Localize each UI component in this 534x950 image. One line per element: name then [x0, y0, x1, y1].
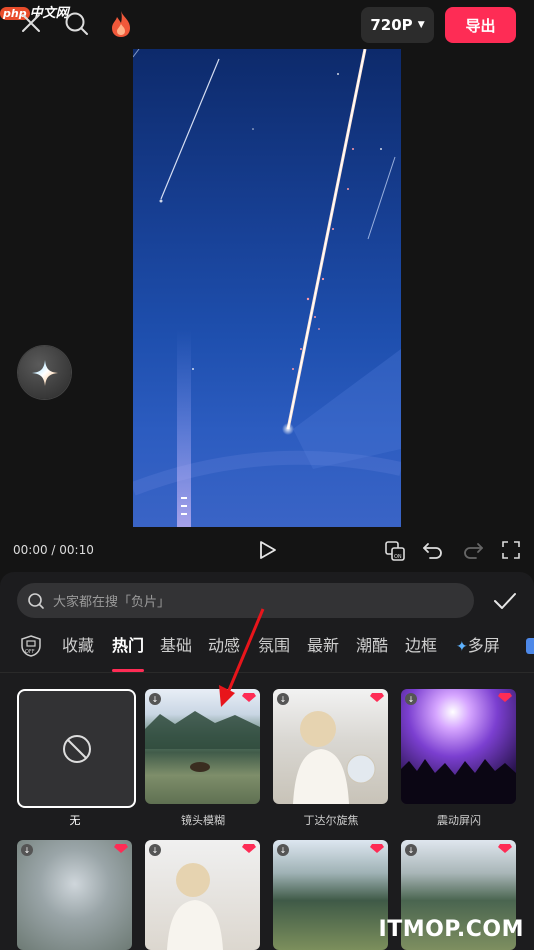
- download-icon: ↓: [277, 844, 289, 856]
- fullscreen-icon[interactable]: [502, 541, 520, 563]
- close-icon[interactable]: [20, 12, 42, 38]
- download-icon: ↓: [149, 693, 161, 705]
- export-button[interactable]: 导出: [445, 7, 516, 43]
- download-icon: ↓: [21, 844, 33, 856]
- svg-text:ON: ON: [394, 554, 402, 560]
- download-icon: ↓: [277, 693, 289, 705]
- annotation-arrow: [219, 608, 265, 707]
- playback-time: 00:00 / 00:10: [13, 543, 94, 557]
- resolution-label: 720P: [370, 16, 413, 34]
- effect-none-card[interactable]: [17, 689, 136, 808]
- tab-trendy[interactable]: 潮酷: [356, 632, 388, 656]
- search-icon[interactable]: [64, 11, 90, 41]
- download-icon: ↓: [149, 844, 161, 856]
- vip-diamond-icon: [114, 844, 128, 853]
- vip-diamond-icon: [370, 693, 384, 702]
- effect-tyndall-card[interactable]: ↓: [273, 689, 388, 804]
- resolution-dropdown[interactable]: 720P ▼: [361, 7, 434, 43]
- effect-card-row2-3[interactable]: ↓: [273, 840, 388, 950]
- effect-label-shake-flash: 震动屏闪: [437, 814, 481, 827]
- vip-diamond-icon: [370, 844, 384, 853]
- download-icon: ↓: [405, 844, 417, 856]
- tab-overflow-hint: [526, 638, 534, 654]
- tab-favorites[interactable]: 收藏: [62, 632, 94, 656]
- play-icon[interactable]: [257, 540, 277, 564]
- vip-diamond-icon: [498, 693, 512, 702]
- shake-flash-thumbnail: [401, 759, 516, 804]
- effect-shake-flash-card[interactable]: ↓: [401, 689, 516, 804]
- vip-diamond-icon: [498, 844, 512, 853]
- tab-newest[interactable]: 最新: [307, 632, 339, 656]
- effect-label-none: 无: [69, 814, 81, 827]
- row2-2-thumbnail: [167, 863, 223, 950]
- tab-hot[interactable]: 热门: [112, 632, 144, 656]
- watermark-itmop: ITMOP.COM: [378, 917, 524, 942]
- ai-sparkle-button[interactable]: [18, 346, 71, 399]
- keyframe-toggle-icon[interactable]: ON: [384, 540, 406, 566]
- multi-screen-icon: ✦: [456, 639, 468, 655]
- download-icon: ↓: [405, 693, 417, 705]
- none-icon: [63, 735, 91, 763]
- effects-off-icon[interactable]: OFF: [19, 634, 43, 662]
- flame-icon[interactable]: [108, 9, 134, 43]
- effect-card-row2-2[interactable]: ↓: [145, 840, 260, 950]
- tab-basic[interactable]: 基础: [160, 632, 192, 656]
- search-placeholder: 大家都在搜「负片」: [53, 595, 171, 610]
- svg-text:OFF: OFF: [25, 649, 35, 655]
- tyndall-thumbnail: [293, 711, 376, 804]
- sparkle-icon: [31, 359, 58, 386]
- effect-card-row2-1[interactable]: ↓: [17, 840, 132, 950]
- undo-icon[interactable]: [422, 540, 444, 564]
- effect-label-tyndall: 丁达尔旋焦: [303, 814, 359, 827]
- preview-image: [133, 49, 401, 527]
- caret-down-icon: ▼: [417, 20, 425, 30]
- effect-label-lens-blur: 镜头模糊: [181, 814, 225, 827]
- search-icon: [28, 592, 44, 609]
- redo-icon[interactable]: [462, 540, 484, 564]
- tab-multi-screen[interactable]: ✦多屏: [456, 632, 500, 656]
- confirm-check-icon[interactable]: [493, 591, 517, 615]
- tab-multi-screen-label: 多屏: [467, 636, 500, 655]
- tab-border[interactable]: 边框: [405, 632, 437, 656]
- video-preview[interactable]: [133, 49, 401, 527]
- vip-diamond-icon: [242, 844, 256, 853]
